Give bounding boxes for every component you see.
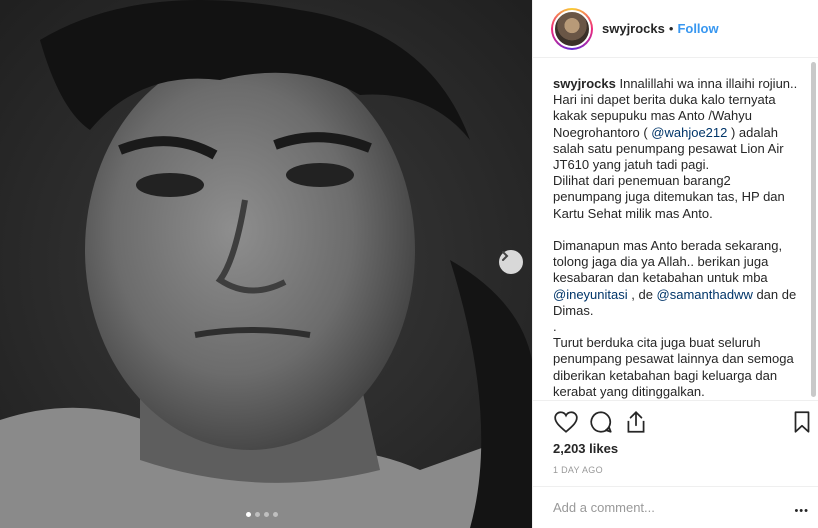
caption-text: ) adalah salah satu penumpang pesawat Li… bbox=[553, 124, 785, 286]
caption-scrollbar[interactable] bbox=[811, 62, 816, 397]
caption-text: , de bbox=[627, 286, 657, 302]
carousel-dot bbox=[273, 512, 278, 517]
next-slide-button[interactable] bbox=[499, 250, 523, 274]
caption-mention[interactable]: @ineyunitasi bbox=[553, 287, 628, 302]
carousel-dot bbox=[264, 512, 269, 517]
chevron-right-icon bbox=[502, 251, 509, 261]
caption-mention[interactable]: @wahjoe212 bbox=[651, 125, 727, 140]
comment-input[interactable] bbox=[553, 500, 773, 515]
post-photo[interactable] bbox=[0, 0, 532, 528]
like-count[interactable]: 2,203 likes bbox=[553, 441, 618, 456]
like-button[interactable] bbox=[553, 409, 579, 435]
header-username[interactable]: swyjrocks bbox=[602, 21, 665, 36]
share-icon bbox=[627, 411, 645, 433]
bookmark-icon bbox=[794, 411, 810, 433]
caption-text: dan de Dimas. . Turut berduka cita juga … bbox=[553, 286, 797, 399]
carousel-indicator bbox=[246, 512, 278, 517]
avatar[interactable] bbox=[551, 7, 593, 50]
carousel-dot-active bbox=[246, 512, 251, 517]
post-header: swyjrocks • Follow bbox=[533, 0, 818, 58]
post-side-panel: swyjrocks • Follow swyjrocks Innalillahi… bbox=[532, 0, 818, 528]
comment-button[interactable] bbox=[588, 409, 614, 435]
comment-section: ••• bbox=[533, 486, 818, 528]
comment-icon bbox=[590, 411, 612, 433]
portrait-image bbox=[0, 0, 532, 528]
save-button[interactable] bbox=[789, 409, 815, 435]
share-button[interactable] bbox=[623, 409, 649, 435]
caption-mention[interactable]: @samanthadww bbox=[657, 287, 753, 302]
carousel-dot bbox=[255, 512, 260, 517]
follow-button[interactable]: Follow bbox=[677, 21, 718, 36]
header-separator: • bbox=[668, 21, 674, 36]
post-timestamp[interactable]: 1 DAY AGO bbox=[553, 465, 603, 475]
more-options-button[interactable]: ••• bbox=[794, 501, 809, 519]
caption-username[interactable]: swyjrocks bbox=[553, 76, 616, 91]
more-icon: ••• bbox=[794, 505, 809, 517]
post-caption: swyjrocks Innalillahi wa inna illaihi ro… bbox=[553, 76, 803, 400]
heart-icon bbox=[554, 411, 578, 433]
